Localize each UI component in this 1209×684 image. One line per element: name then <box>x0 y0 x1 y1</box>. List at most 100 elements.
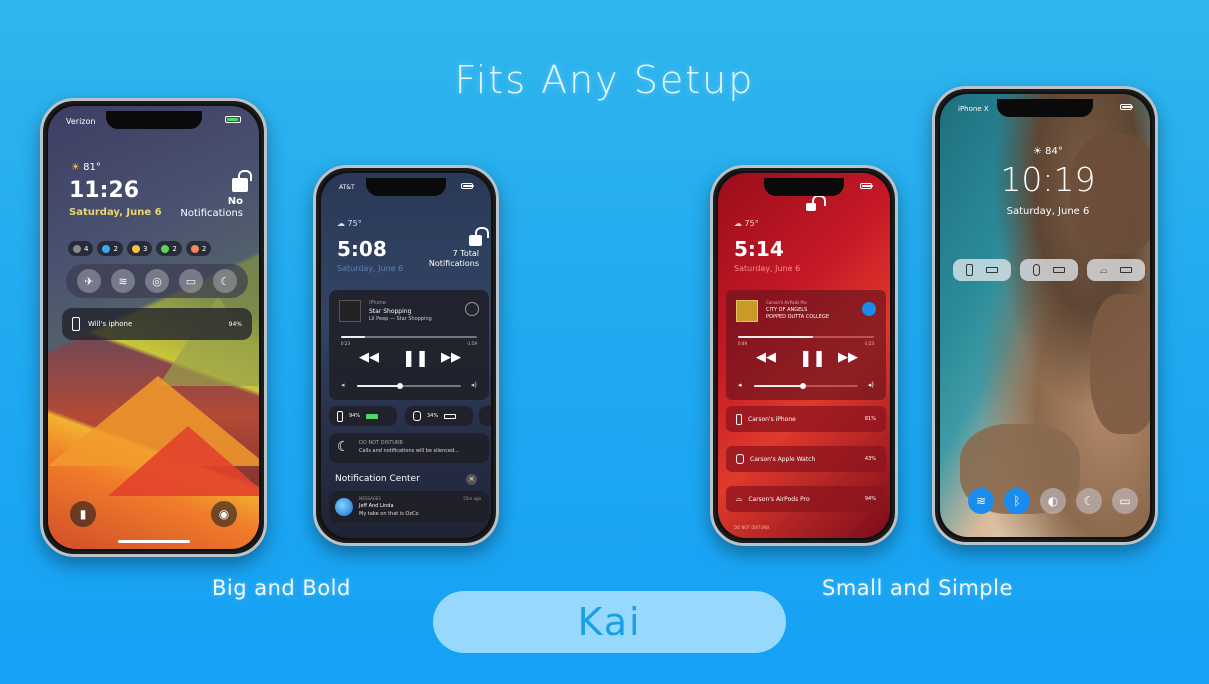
device-battery-row[interactable]: ⌓ Carson's AirPods Pro 94% <box>726 486 886 512</box>
airdrop-icon[interactable]: ◎ <box>145 269 169 293</box>
device-battery-row[interactable]: 34% <box>405 406 473 426</box>
cloud-icon: ☁ <box>734 219 742 228</box>
weather-temp: 75° <box>347 219 362 228</box>
rewind-icon[interactable]: ◀◀ <box>359 350 379 365</box>
status-dots: 4 2 3 2 2 <box>68 241 212 256</box>
volume-knob[interactable] <box>397 383 403 389</box>
volume-high-icon: ◂) <box>867 381 874 389</box>
volume-knob[interactable] <box>800 383 806 389</box>
device-pct: 81% <box>864 416 876 422</box>
device-pct: 94% <box>864 496 876 502</box>
wifi-icon[interactable]: ≋ <box>111 269 135 293</box>
battery-icon <box>461 183 474 189</box>
progress-bar[interactable] <box>738 336 874 338</box>
dnd-card[interactable]: ☾ DO NOT DISTURB Calls and notifications… <box>329 433 489 463</box>
media-artist: POPPED OUTTA COLLEGE <box>766 314 830 320</box>
dnd-title: DO NOT DISTURB <box>359 440 403 446</box>
carrier-label: iPhone X <box>958 105 989 113</box>
device-pct: 94% <box>228 320 242 328</box>
caption-right: Small and Simple <box>822 576 1013 600</box>
notification-card[interactable]: MESSAGES 55m ago Jeff And Linda My take … <box>329 491 489 523</box>
bluetooth-icon[interactable]: ᛒ <box>1004 488 1030 514</box>
airpods-icon: ⌓ <box>736 494 743 503</box>
battery-icon[interactable]: ▭ <box>179 269 203 293</box>
volume-high-icon: ◂) <box>470 381 477 389</box>
notification-text: My take on that is OzCo <box>359 511 419 517</box>
notification-count: 7 Total <box>452 249 479 258</box>
weather-temp: 75° <box>744 219 759 228</box>
battery-icon[interactable]: ▭ <box>1112 488 1138 514</box>
device-battery-row[interactable] <box>479 406 491 426</box>
notification-label: Notifications <box>428 258 479 268</box>
phone-red-widgets: ☁ 75° 5:14 Saturday, June 6 Carson's Air… <box>710 165 898 546</box>
lock-time: 10:19 <box>1000 160 1096 199</box>
moon-icon: ☾ <box>337 439 350 455</box>
iphone-icon <box>72 317 80 331</box>
messages-app-icon <box>335 498 353 516</box>
snapchat-icon[interactable]: ◉ <box>211 501 237 527</box>
media-source: Carson's AirPods Pro <box>766 300 807 305</box>
lock-date: Saturday, June 6 <box>1006 206 1090 217</box>
device-battery-row[interactable]: Carson's Apple Watch 43% <box>726 446 886 472</box>
notification-time: 55m ago <box>463 496 481 501</box>
rewind-icon[interactable]: ◀◀ <box>756 350 776 365</box>
pause-icon[interactable]: ❚❚ <box>402 348 429 367</box>
home-indicator[interactable] <box>117 540 190 543</box>
media-source: iPhone <box>369 300 386 306</box>
device-battery-row[interactable]: Carson's iPhone 81% <box>726 406 886 432</box>
notification-sender: Jeff And Linda <box>359 503 394 509</box>
iphone-icon <box>965 264 973 276</box>
airpods-icon: ⌓ <box>1099 264 1108 276</box>
iphone-icon <box>337 410 343 422</box>
device-battery-pill[interactable]: ⌓ <box>1087 259 1145 281</box>
notification-app: MESSAGES <box>359 496 381 501</box>
moon-icon[interactable]: ☾ <box>213 269 237 293</box>
media-player: Carson's AirPods Pro CITY OF ANGELS POPP… <box>726 290 886 400</box>
dnd-title: DO NOT DISTURB <box>734 525 770 530</box>
battery-icon <box>444 413 457 419</box>
forward-icon[interactable]: ▶▶ <box>838 350 858 365</box>
phone1-screen: Verizon ☀ 81° 11:26 Saturday, June 6 No … <box>48 106 259 549</box>
device-battery-pill[interactable] <box>1020 259 1078 281</box>
notification-label: Notifications <box>180 208 243 219</box>
lock-time: 11:26 <box>69 178 140 203</box>
device-battery-pill[interactable] <box>953 259 1011 281</box>
wifi-icon[interactable]: ≋ <box>968 488 994 514</box>
watch-icon <box>413 411 421 421</box>
lock-date: Saturday, June 6 <box>69 207 162 218</box>
device-name: Carson's iPhone <box>748 415 796 423</box>
device-battery-row[interactable]: Will's iphone 94% <box>62 308 252 340</box>
media-title: CITY OF ANGELS <box>766 307 808 313</box>
airplay-icon[interactable] <box>465 302 479 316</box>
pause-icon[interactable]: ❚❚ <box>799 348 826 367</box>
volume-low-icon: ◂ <box>341 381 345 389</box>
moon-icon[interactable]: ☾ <box>1076 488 1102 514</box>
forward-icon[interactable]: ▶▶ <box>441 350 461 365</box>
battery-icon <box>225 116 241 123</box>
iphone-icon <box>736 413 742 425</box>
lock-icon <box>232 170 252 192</box>
device-name: Carson's AirPods Pro <box>748 495 810 503</box>
battery-icon <box>366 413 379 419</box>
album-art <box>339 300 361 322</box>
volume-slider[interactable] <box>357 385 461 387</box>
kai-button[interactable]: Kai <box>433 591 786 653</box>
close-icon[interactable]: × <box>466 474 477 485</box>
remaining-time: -1:53 <box>863 341 874 346</box>
airplay-icon[interactable] <box>862 302 876 316</box>
phone-minimal: iPhone X ☀ 84° 10:19 Saturday, June 6 ⌓ … <box>932 86 1158 545</box>
media-player: iPhone Star Shopping Lil Peep — Star Sho… <box>329 290 489 400</box>
cloud-icon: ☁ <box>337 219 345 228</box>
lock-icon <box>806 195 826 211</box>
weather-temp: 84° <box>1045 146 1063 157</box>
progress-bar[interactable] <box>341 336 477 338</box>
airplane-icon[interactable]: ✈ <box>77 269 101 293</box>
device-battery-row[interactable]: 94% <box>329 406 397 426</box>
flashlight-icon[interactable]: ▮ <box>70 501 96 527</box>
media-title: Star Shopping <box>369 308 412 315</box>
device-name: Carson's Apple Watch <box>750 455 816 463</box>
volume-slider[interactable] <box>754 385 858 387</box>
watch-icon <box>1032 264 1040 276</box>
toggle-bar: ✈ ≋ ◎ ▭ ☾ <box>66 264 248 298</box>
orientation-lock-icon[interactable]: ◐ <box>1040 488 1066 514</box>
